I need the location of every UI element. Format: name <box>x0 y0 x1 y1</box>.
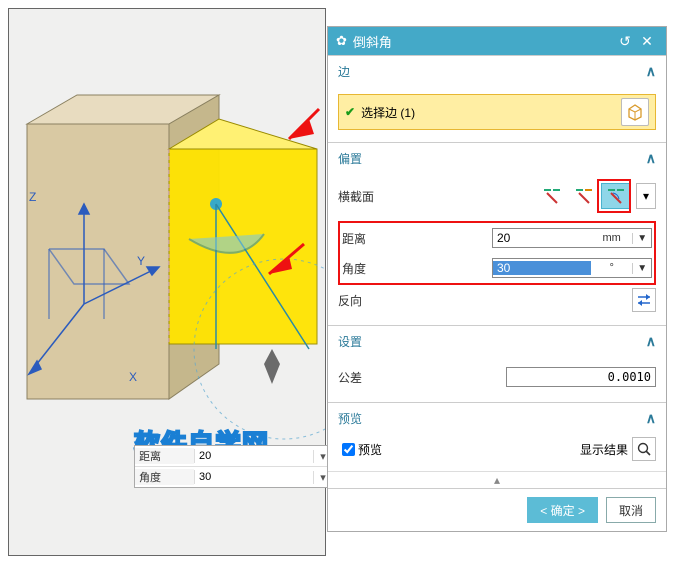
show-result-label: 显示结果 <box>580 441 628 458</box>
close-button[interactable]: ✕ <box>636 33 658 50</box>
section-offset-header[interactable]: 偏置 ∧ <box>328 143 666 173</box>
angle-unit: ° <box>591 262 632 274</box>
angle-label: 角度 <box>342 260 492 277</box>
svg-text:Y: Y <box>137 254 145 268</box>
ok-button[interactable]: < 确定 > <box>527 497 598 523</box>
section-edge-header[interactable]: 边 ∧ <box>328 56 666 86</box>
chevron-up-icon: ∧ <box>646 410 656 427</box>
angle-input-box: ° ▼ <box>492 258 652 278</box>
select-edge-row[interactable]: ✔ 选择边 (1) <box>338 94 656 130</box>
preview-checkbox[interactable] <box>342 443 355 456</box>
chevron-up-icon: ∧ <box>646 150 656 167</box>
section-settings-label: 设置 <box>338 333 362 350</box>
section-settings-header[interactable]: 设置 ∧ <box>328 326 666 356</box>
reverse-label: 反向 <box>338 292 632 309</box>
chevron-up-icon: ∧ <box>646 333 656 350</box>
tolerance-input[interactable]: 0.0010 <box>506 367 656 387</box>
svg-text:Z: Z <box>29 190 36 204</box>
select-edge-label: 选择边 (1) <box>361 104 415 121</box>
distance-label: 距离 <box>342 230 492 247</box>
panel-title: 倒斜角 <box>353 32 392 51</box>
callout-angle-label: 角度 <box>135 469 194 485</box>
distance-input[interactable] <box>493 231 591 245</box>
section-preview-label: 预览 <box>338 410 362 427</box>
panel-titlebar[interactable]: ✿ 倒斜角 ↺ ✕ <box>328 27 666 55</box>
cross-section-label: 横截面 <box>338 188 537 205</box>
distance-unit: mm <box>591 232 632 244</box>
section-edge-label: 边 <box>338 63 350 80</box>
preview-checkbox-label: 预览 <box>358 441 382 458</box>
cube-icon <box>626 103 644 121</box>
check-icon: ✔ <box>345 105 355 119</box>
mode-dropdown[interactable]: ▾ <box>636 183 656 209</box>
tolerance-label: 公差 <box>338 369 506 386</box>
magnifier-icon <box>636 441 652 457</box>
chamfer-panel: ✿ 倒斜角 ↺ ✕ 边 ∧ ✔ 选择边 (1) 偏置 ∧ <box>327 26 667 532</box>
section-preview-header[interactable]: 预览 ∧ <box>328 403 666 433</box>
svg-text:X: X <box>129 370 137 384</box>
reset-button[interactable]: ↺ <box>614 33 636 50</box>
swap-icon <box>636 292 652 308</box>
viewport-callout[interactable]: 距离 ▾ 角度 ▾ <box>134 445 333 488</box>
selection-filter-button[interactable] <box>621 98 649 126</box>
show-result-button[interactable] <box>632 437 656 461</box>
angle-input[interactable] <box>493 261 591 275</box>
callout-angle-input[interactable] <box>197 470 251 484</box>
mode-symmetric-button[interactable] <box>537 183 567 209</box>
mode-asymmetric-button[interactable] <box>569 183 599 209</box>
mode-offset-angle-button[interactable] <box>601 183 631 209</box>
collapse-bar[interactable]: ▴ <box>328 471 666 488</box>
angle-dropdown[interactable]: ▼ <box>632 263 651 274</box>
section-offset-label: 偏置 <box>338 150 362 167</box>
callout-distance-label: 距离 <box>135 448 194 464</box>
viewport-3d[interactable]: Z Y X 软件自学网 WWW.RJZXW.COM 距离 ▾ 角度 ▾ <box>8 8 326 556</box>
reverse-button[interactable] <box>632 288 656 312</box>
cancel-button[interactable]: 取消 <box>606 497 656 523</box>
panel-footer: < 确定 > 取消 <box>328 488 666 531</box>
distance-input-box: mm ▼ <box>492 228 652 248</box>
distance-dropdown[interactable]: ▼ <box>632 233 651 244</box>
gear-icon: ✿ <box>336 33 347 49</box>
chevron-up-icon: ∧ <box>646 63 656 80</box>
cross-section-modes: ▾ <box>537 183 656 209</box>
callout-distance-input[interactable] <box>197 449 251 463</box>
